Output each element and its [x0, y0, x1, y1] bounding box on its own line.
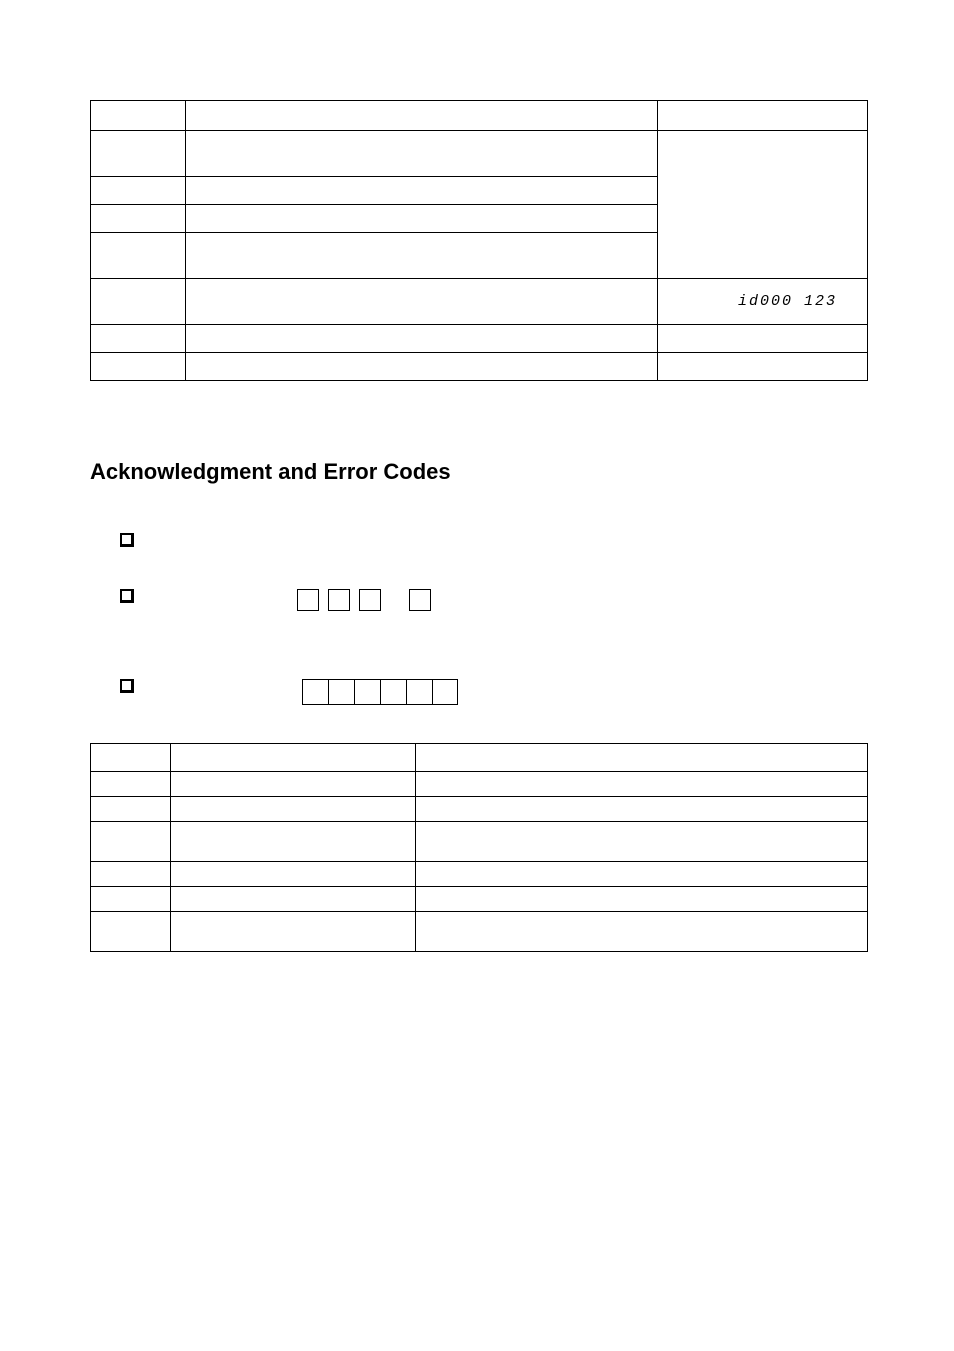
cell: [416, 772, 868, 797]
cell: [186, 131, 658, 177]
table-row: [91, 131, 868, 177]
cell: [91, 772, 171, 797]
page-content: id000 123 Acknowledgment and Error Codes: [90, 100, 868, 952]
cell: [416, 744, 868, 772]
checkbox-icon[interactable]: [120, 533, 134, 547]
cell: [416, 887, 868, 912]
cell: [658, 131, 868, 279]
input-boxes: [297, 589, 431, 611]
cell: [91, 822, 171, 862]
input-boxes: [302, 679, 458, 705]
cell: [91, 353, 186, 381]
section-heading: Acknowledgment and Error Codes: [90, 459, 868, 485]
cell: [186, 177, 658, 205]
cell: [658, 353, 868, 381]
cell: [171, 912, 416, 952]
cell: [91, 744, 171, 772]
checkbox-icon[interactable]: [120, 589, 134, 603]
cell: [171, 797, 416, 822]
cell: [171, 744, 416, 772]
checklist-row: [90, 679, 868, 705]
cell: [91, 101, 186, 131]
cell: [186, 353, 658, 381]
table-row: [91, 822, 868, 862]
cell: [416, 862, 868, 887]
cell: [416, 822, 868, 862]
input-box[interactable]: [432, 679, 458, 705]
checklist-row: [90, 589, 868, 611]
table-row: [91, 353, 868, 381]
cell: [658, 101, 868, 131]
input-box[interactable]: [328, 589, 350, 611]
cell: [171, 887, 416, 912]
table-row: [91, 797, 868, 822]
cell: [186, 205, 658, 233]
id-cell: id000 123: [658, 279, 868, 325]
cell: [186, 101, 658, 131]
input-box[interactable]: [297, 589, 319, 611]
table-row: id000 123: [91, 279, 868, 325]
cell: [91, 862, 171, 887]
input-box[interactable]: [406, 679, 432, 705]
table-row: [91, 862, 868, 887]
checklist-row: [90, 533, 868, 547]
cell: [91, 131, 186, 177]
cell: [186, 233, 658, 279]
input-box[interactable]: [302, 679, 328, 705]
cell: [171, 862, 416, 887]
cell: [91, 887, 171, 912]
cell: [91, 912, 171, 952]
cell: [91, 233, 186, 279]
checkbox-icon[interactable]: [120, 679, 134, 693]
cell: [416, 797, 868, 822]
input-box[interactable]: [409, 589, 431, 611]
table-row: [91, 101, 868, 131]
input-box[interactable]: [354, 679, 380, 705]
cell: [91, 797, 171, 822]
cell: [91, 325, 186, 353]
cell: [91, 279, 186, 325]
cell: [171, 822, 416, 862]
table-row: [91, 912, 868, 952]
cell: [186, 279, 658, 325]
input-box[interactable]: [328, 679, 354, 705]
input-box[interactable]: [359, 589, 381, 611]
cell: [416, 912, 868, 952]
cell: [91, 205, 186, 233]
cell: [658, 325, 868, 353]
top-table: id000 123: [90, 100, 868, 381]
error-codes-table: [90, 743, 868, 952]
table-row: [91, 744, 868, 772]
gap: [390, 589, 400, 611]
cell: [186, 325, 658, 353]
table-row: [91, 887, 868, 912]
cell: [91, 177, 186, 205]
cell: [171, 772, 416, 797]
table-row: [91, 772, 868, 797]
input-box[interactable]: [380, 679, 406, 705]
table-row: [91, 325, 868, 353]
